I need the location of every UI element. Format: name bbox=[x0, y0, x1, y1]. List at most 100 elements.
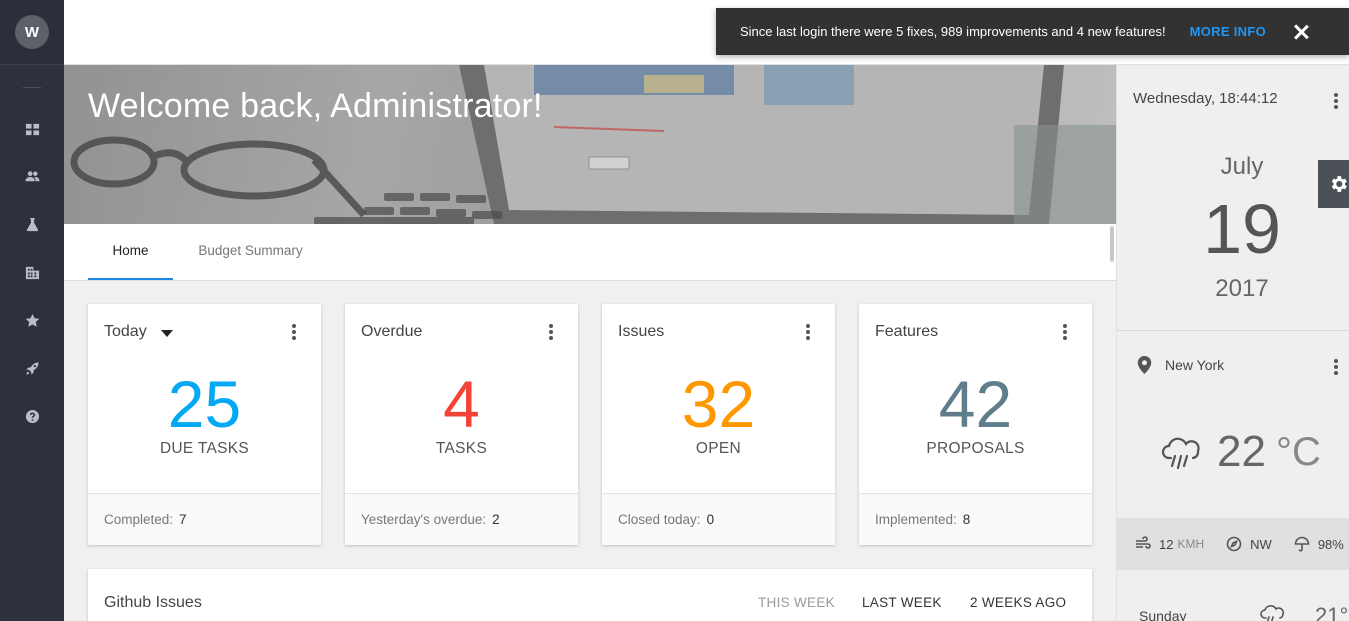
footer-label: Yesterday's overdue: bbox=[361, 512, 487, 527]
more-vert-icon[interactable] bbox=[803, 323, 813, 341]
avatar[interactable]: W bbox=[15, 15, 49, 49]
card-header: Features bbox=[875, 323, 938, 341]
more-vert-icon[interactable] bbox=[1331, 92, 1341, 110]
card-footer: Closed today: 0 bbox=[602, 493, 835, 545]
sidebar-item-launch[interactable] bbox=[0, 356, 64, 380]
close-icon[interactable] bbox=[1293, 24, 1309, 40]
people-icon bbox=[24, 170, 40, 181]
main-content: Today 25 DUE TASKS Completed: 7 Overdue 4… bbox=[64, 281, 1116, 621]
forecast-day: Sunday bbox=[1139, 608, 1187, 621]
wind-direction-value: NW bbox=[1250, 536, 1272, 552]
dashboard-icon bbox=[25, 123, 39, 135]
precipitation-value: 98% bbox=[1317, 536, 1344, 552]
github-issues-title: Github Issues bbox=[104, 594, 202, 611]
card-header: Issues bbox=[618, 323, 664, 341]
wind-speed-unit: KMH bbox=[1177, 537, 1205, 551]
sidebar-divider bbox=[23, 87, 41, 88]
github-issues-card: Github Issues THIS WEEK LAST WEEK 2 WEEK… bbox=[88, 569, 1092, 621]
more-vert-icon[interactable] bbox=[1060, 323, 1070, 341]
card-value: 42 bbox=[938, 367, 1013, 441]
sidebar-item-lab[interactable] bbox=[0, 212, 64, 236]
date-month: July bbox=[1220, 153, 1264, 180]
star-icon bbox=[25, 313, 39, 327]
notification-toast: Since last login there were 5 fixes, 989… bbox=[716, 8, 1349, 55]
stat-card-issues: Issues 32 OPEN Closed today: 0 bbox=[602, 304, 835, 545]
wind-speed: 12 KMH bbox=[1135, 536, 1204, 552]
card-label: TASKS bbox=[435, 440, 488, 457]
precipitation: 98% bbox=[1294, 536, 1344, 552]
temperature-value: 22 bbox=[1217, 427, 1266, 476]
current-time: Wednesday, 18:44:12 bbox=[1133, 90, 1278, 107]
current-weather: 22 °C bbox=[1161, 427, 1321, 477]
footer-label: Closed today: bbox=[618, 512, 701, 527]
rain-cloud-icon bbox=[1161, 437, 1200, 470]
tab-budget-summary[interactable]: Budget Summary bbox=[186, 224, 315, 280]
notification-message: Since last login there were 5 fixes, 989… bbox=[740, 24, 1166, 39]
settings-button[interactable] bbox=[1318, 160, 1349, 208]
card-label: OPEN bbox=[695, 440, 742, 457]
gear-icon bbox=[1331, 176, 1347, 192]
card-title: Today bbox=[104, 323, 147, 340]
panel-divider bbox=[1117, 330, 1349, 331]
footer-value: 7 bbox=[179, 512, 187, 527]
card-title: Overdue bbox=[361, 323, 423, 340]
tab-bar: Home Budget Summary bbox=[64, 224, 1116, 281]
wind-speed-value: 12 bbox=[1159, 536, 1174, 552]
weather-details: 12 KMH NW 98% bbox=[1117, 518, 1349, 570]
footer-value: 0 bbox=[706, 512, 715, 527]
card-header: Overdue bbox=[361, 323, 422, 341]
filter-2-weeks-ago[interactable]: 2 WEEKS AGO bbox=[970, 595, 1066, 610]
brand-area: W bbox=[0, 0, 64, 65]
footer-value: 8 bbox=[962, 512, 971, 527]
sidebar-item-dashboard[interactable] bbox=[0, 117, 64, 141]
card-title: Features bbox=[875, 323, 939, 340]
card-footer: Yesterday's overdue: 2 bbox=[345, 493, 578, 545]
page-title: Welcome back, Administrator! bbox=[88, 87, 543, 125]
date-year: 2017 bbox=[1215, 275, 1269, 302]
wind-direction: NW bbox=[1226, 536, 1272, 552]
sidebar-item-companies[interactable] bbox=[0, 260, 64, 284]
location-pin-icon bbox=[1137, 356, 1152, 374]
sidebar: W bbox=[0, 0, 64, 621]
compass-icon bbox=[1226, 536, 1242, 552]
card-header[interactable]: Today bbox=[104, 323, 173, 341]
stat-card-today: Today 25 DUE TASKS Completed: 7 bbox=[88, 304, 321, 545]
footer-value: 2 bbox=[492, 512, 500, 527]
card-footer: Implemented: 8 bbox=[859, 493, 1092, 545]
card-label: PROPOSALS bbox=[926, 440, 1025, 457]
wind-icon bbox=[1136, 536, 1151, 549]
right-panel: Wednesday, 18:44:12 July 19 2017 New Yor… bbox=[1116, 65, 1349, 621]
flask-icon bbox=[26, 217, 38, 231]
rain-cloud-icon bbox=[1260, 605, 1284, 621]
filter-this-week[interactable]: THIS WEEK bbox=[758, 595, 835, 610]
sidebar-item-help[interactable] bbox=[0, 404, 64, 428]
more-vert-icon[interactable] bbox=[546, 323, 556, 341]
umbrella-icon bbox=[1294, 536, 1310, 552]
welcome-banner: Welcome back, Administrator! bbox=[64, 65, 1116, 224]
sidebar-item-people[interactable] bbox=[0, 164, 64, 188]
card-value: 4 bbox=[443, 367, 480, 441]
scrollbar-thumb[interactable] bbox=[1110, 226, 1114, 262]
more-info-button[interactable]: MORE INFO bbox=[1190, 24, 1266, 39]
card-footer: Completed: 7 bbox=[88, 493, 321, 545]
sidebar-item-favorites[interactable] bbox=[0, 308, 64, 332]
help-icon bbox=[25, 409, 39, 423]
tab-home[interactable]: Home bbox=[88, 224, 173, 280]
date-day: 19 bbox=[1203, 190, 1281, 268]
filter-last-week[interactable]: LAST WEEK bbox=[862, 595, 942, 610]
temperature-unit: °C bbox=[1275, 429, 1321, 474]
footer-label: Implemented: bbox=[875, 512, 957, 527]
card-value: 32 bbox=[681, 367, 756, 441]
weather-location: New York bbox=[1137, 356, 1224, 374]
stat-card-features: Features 42 PROPOSALS Implemented: 8 bbox=[859, 304, 1092, 545]
more-vert-icon[interactable] bbox=[289, 323, 299, 341]
card-title: Issues bbox=[618, 323, 665, 340]
rocket-icon bbox=[25, 361, 39, 375]
card-label: DUE TASKS bbox=[159, 440, 250, 457]
footer-label: Completed: bbox=[104, 512, 174, 527]
card-value: 25 bbox=[167, 367, 242, 441]
building-icon bbox=[25, 266, 39, 279]
forecast-temperature: 21°C bbox=[1315, 603, 1349, 621]
caret-down-icon[interactable] bbox=[160, 329, 173, 337]
more-vert-icon[interactable] bbox=[1331, 358, 1341, 376]
